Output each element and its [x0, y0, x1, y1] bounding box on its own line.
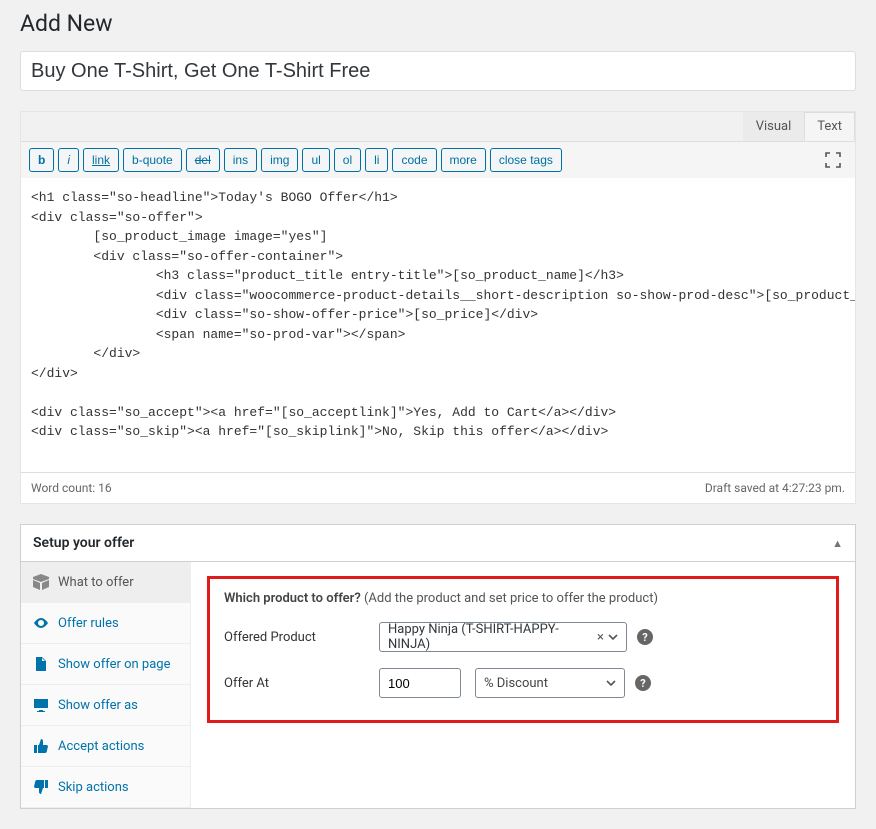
tab-show-offer-as[interactable]: Show offer as: [21, 685, 190, 726]
qt-italic-button[interactable]: i: [58, 148, 79, 172]
page-title: Add New: [20, 10, 856, 37]
tab-label: Offer rules: [58, 616, 119, 631]
tab-label: Show offer as: [58, 698, 138, 713]
tab-accept-actions[interactable]: Accept actions: [21, 726, 190, 767]
setup-offer-header[interactable]: Setup your offer ▲: [21, 525, 855, 562]
chevron-down-icon[interactable]: [606, 680, 616, 686]
thumbs-down-icon: [33, 779, 49, 795]
offer-at-label: Offer At: [224, 676, 379, 691]
thumbs-up-icon: [33, 738, 49, 754]
setup-offer-box: Setup your offer ▲ What to offer Offer r…: [20, 524, 856, 809]
tab-show-on-page[interactable]: Show offer on page: [21, 644, 190, 685]
qt-bquote-button[interactable]: b-quote: [123, 148, 182, 172]
qt-ul-button[interactable]: ul: [302, 148, 329, 172]
tab-label: Show offer on page: [58, 657, 171, 672]
setup-offer-title: Setup your offer: [33, 535, 134, 551]
question-bold: Which product to offer?: [224, 591, 361, 606]
discount-type-select[interactable]: % Discount: [475, 668, 625, 698]
fullscreen-icon[interactable]: [825, 152, 841, 168]
offer-tabs-column: What to offer Offer rules Show offer on …: [21, 562, 191, 808]
chevron-down-icon[interactable]: [608, 634, 618, 640]
qt-ins-button[interactable]: ins: [224, 148, 257, 172]
content-textarea[interactable]: [21, 178, 855, 468]
post-title-input[interactable]: [20, 51, 856, 91]
selected-product-value: Happy Ninja (T-SHIRT-HAPPY-NINJA): [388, 622, 597, 652]
draft-saved-status: Draft saved at 4:27:23 pm.: [705, 481, 845, 495]
word-count: Word count: 16: [31, 481, 112, 495]
qt-more-button[interactable]: more: [441, 148, 486, 172]
monitor-icon: [33, 697, 49, 713]
offered-product-label: Offered Product: [224, 630, 379, 645]
editor-mode-tabs: Visual Text: [21, 112, 855, 141]
help-icon[interactable]: ?: [637, 629, 653, 645]
box-icon: [33, 574, 49, 590]
question-hint: (Add the product and set price to offer …: [361, 591, 658, 606]
offer-at-input[interactable]: [379, 668, 461, 698]
tab-label: Accept actions: [58, 739, 144, 754]
tab-visual[interactable]: Visual: [743, 112, 805, 141]
highlighted-region: Which product to offer? (Add the product…: [207, 576, 839, 723]
discount-type-value: % Discount: [484, 676, 548, 691]
tab-text[interactable]: Text: [804, 112, 855, 141]
qt-closetags-button[interactable]: close tags: [490, 148, 562, 172]
quicktags-toolbar: b i link b-quote del ins img ul ol li co…: [21, 141, 855, 178]
tab-offer-rules[interactable]: Offer rules: [21, 603, 190, 644]
tab-skip-actions[interactable]: Skip actions: [21, 767, 190, 808]
tab-what-to-offer[interactable]: What to offer: [21, 562, 190, 603]
qt-img-button[interactable]: img: [261, 148, 298, 172]
collapse-icon[interactable]: ▲: [832, 537, 843, 550]
offered-product-select[interactable]: Happy Ninja (T-SHIRT-HAPPY-NINJA) ×: [379, 622, 627, 652]
tab-label: What to offer: [58, 575, 134, 590]
editor-block: Visual Text b i link b-quote del ins img…: [20, 111, 856, 504]
eye-icon: [33, 615, 49, 631]
qt-li-button[interactable]: li: [365, 148, 388, 172]
clear-icon[interactable]: ×: [597, 630, 604, 645]
qt-code-button[interactable]: code: [392, 148, 436, 172]
qt-link-button[interactable]: link: [83, 148, 119, 172]
tab-content-panel: Which product to offer? (Add the product…: [191, 562, 855, 808]
page-icon: [33, 656, 49, 672]
qt-del-button[interactable]: del: [186, 148, 220, 172]
qt-bold-button[interactable]: b: [29, 148, 54, 172]
help-icon[interactable]: ?: [635, 675, 651, 691]
qt-ol-button[interactable]: ol: [334, 148, 361, 172]
editor-status-bar: Word count: 16 Draft saved at 4:27:23 pm…: [21, 472, 855, 503]
section-question: Which product to offer? (Add the product…: [224, 591, 822, 606]
tab-label: Skip actions: [58, 780, 129, 795]
